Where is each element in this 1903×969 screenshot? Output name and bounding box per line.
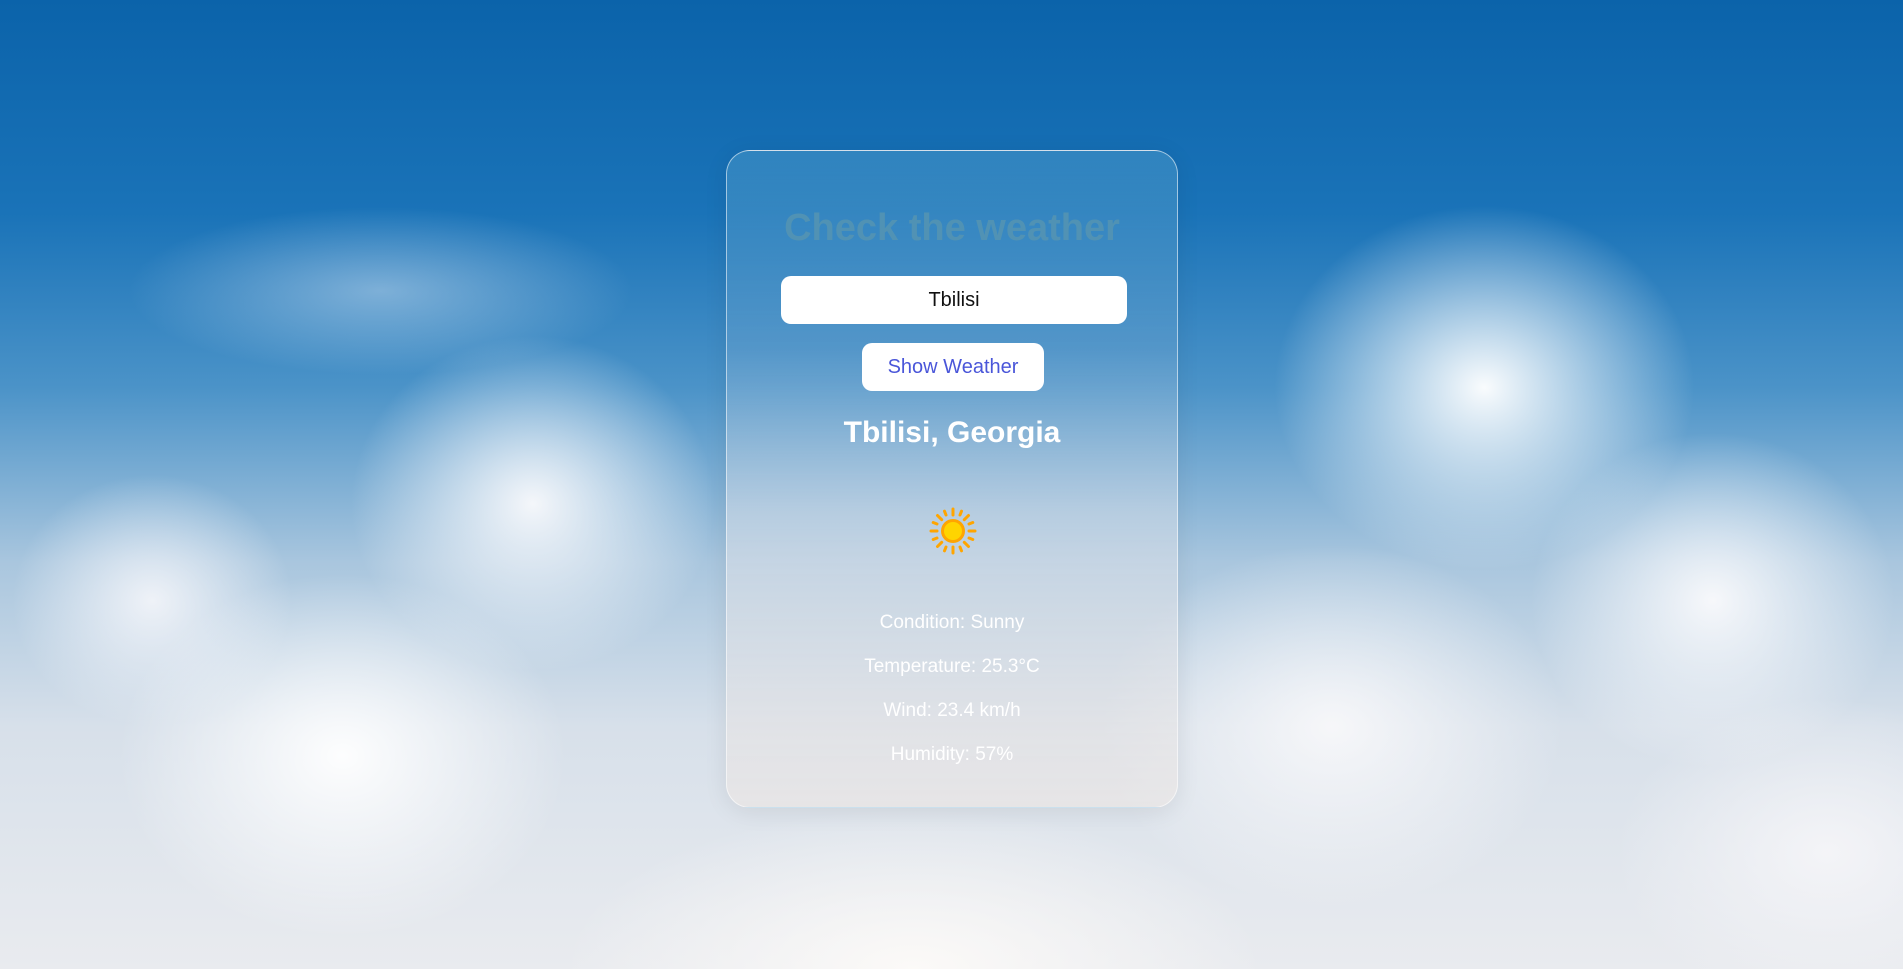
condition-text: Condition: Sunny (879, 612, 1025, 633)
sun-icon (929, 507, 977, 555)
location-title: Tbilisi, Georgia (843, 416, 1061, 449)
wind-text: Wind: 23.4 km/h (883, 700, 1021, 721)
show-weather-button[interactable]: Show Weather (862, 343, 1044, 391)
humidity-text: Humidity: 57% (890, 744, 1014, 765)
page-title: Check the weather (784, 207, 1120, 249)
temperature-text: Temperature: 25.3°C (864, 656, 1040, 677)
weather-card: Check the weather Show Weather Tbilisi, … (726, 150, 1178, 808)
weather-details: Condition: Sunny Temperature: 25.3°C Win… (727, 601, 1177, 777)
city-input[interactable] (781, 276, 1127, 324)
